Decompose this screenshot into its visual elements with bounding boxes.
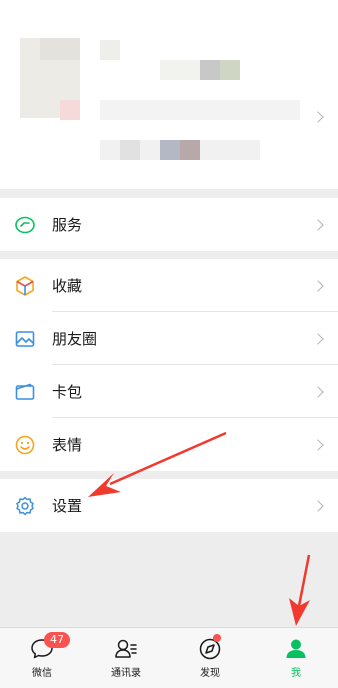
menu-item-label: 表情 — [52, 436, 83, 454]
gear-icon — [14, 495, 36, 517]
tab-contacts[interactable]: 通讯录 — [84, 628, 168, 688]
contacts-icon — [111, 636, 141, 662]
moments-image-icon — [14, 328, 36, 350]
chevron-right-icon — [312, 385, 324, 398]
menu-item-card-wallet[interactable]: 卡包 — [0, 365, 338, 418]
pixel-block — [60, 100, 80, 120]
tab-label: 通讯录 — [111, 668, 141, 679]
menu-item-stickers[interactable]: 表情 — [0, 418, 338, 471]
tab-discover[interactable]: 发现 — [168, 628, 252, 688]
menu-item-label: 收藏 — [52, 277, 83, 295]
pixel-block — [100, 100, 300, 120]
service-icon — [14, 214, 36, 236]
profile-header[interactable] — [0, 0, 338, 189]
compass-icon — [195, 634, 225, 662]
menu-item-service[interactable]: 服务 — [0, 198, 338, 251]
chevron-right-icon — [312, 499, 324, 512]
tab-chats[interactable]: 47 微信 — [0, 628, 84, 688]
bottom-tab-bar: 47 微信 通讯录 发现 我 — [0, 627, 338, 688]
tab-me[interactable]: 我 — [254, 628, 338, 688]
chevron-right-icon — [312, 279, 324, 292]
menu-item-label: 朋友圈 — [52, 330, 98, 348]
chevron-right-icon — [312, 111, 324, 123]
main-menu-group: 收藏 朋友圈 卡包 表情 — [0, 259, 338, 471]
arrow-to-me-tab — [289, 554, 311, 626]
pixel-block — [40, 38, 80, 60]
smiley-icon — [14, 434, 36, 456]
person-icon — [281, 636, 311, 662]
menu-item-moments[interactable]: 朋友圈 — [0, 312, 338, 365]
tab-label: 我 — [291, 668, 301, 679]
menu-item-settings[interactable]: 设置 — [0, 479, 338, 532]
pixel-block — [200, 60, 220, 80]
settings-group: 设置 — [0, 479, 338, 532]
menu-item-favorites[interactable]: 收藏 — [0, 259, 338, 312]
chevron-right-icon — [312, 332, 324, 345]
chat-bubble-icon: 47 — [27, 632, 70, 662]
pixel-block — [180, 140, 200, 160]
tab-label: 发现 — [200, 668, 220, 679]
menu-item-label: 服务 — [52, 216, 83, 234]
chevron-right-icon — [312, 218, 324, 231]
pixel-block — [100, 40, 120, 60]
menu-item-label: 卡包 — [52, 383, 83, 401]
notification-dot — [213, 634, 221, 642]
chevron-right-icon — [312, 438, 324, 451]
pixel-block — [220, 60, 240, 80]
menu-item-label: 设置 — [52, 497, 83, 515]
tab-label: 微信 — [32, 668, 52, 679]
service-group: 服务 — [0, 198, 338, 251]
card-wallet-icon — [14, 381, 36, 403]
favorites-cube-icon — [14, 275, 36, 297]
pixel-block — [160, 140, 180, 160]
unread-badge: 47 — [44, 632, 70, 648]
pixel-block — [120, 140, 140, 160]
